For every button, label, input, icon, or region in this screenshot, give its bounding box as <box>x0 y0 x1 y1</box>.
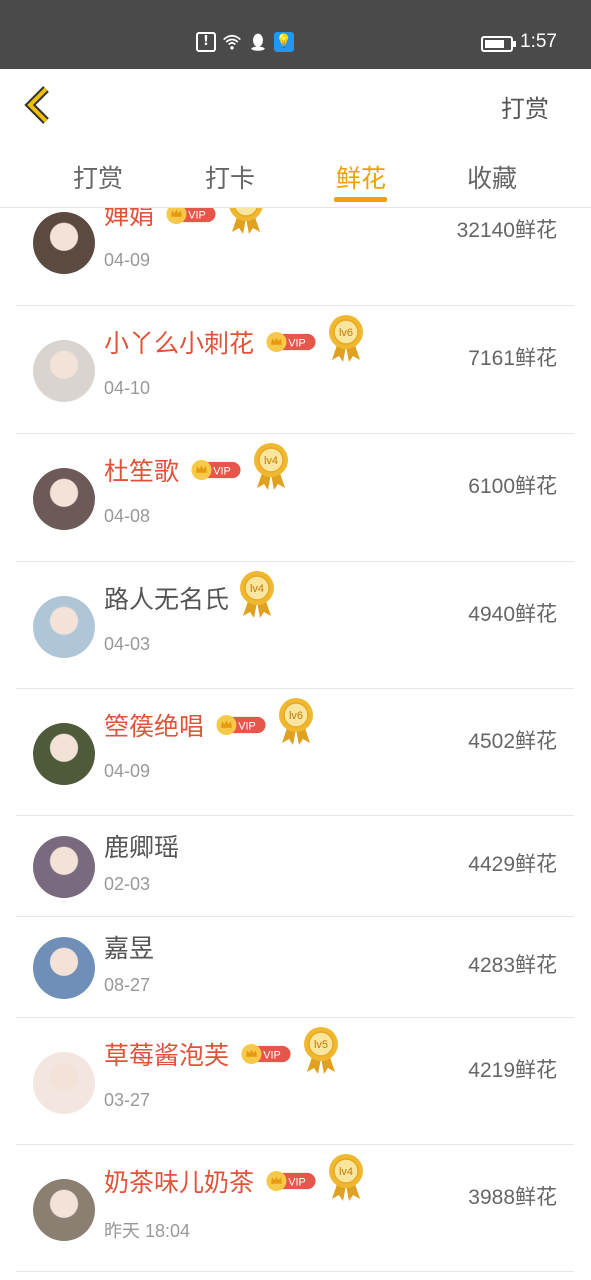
vip-badge: VIP <box>166 208 216 224</box>
list-item[interactable]: 箜篌绝唱 VIP lv6 04-09 4502鲜花 <box>16 689 574 816</box>
level-label: lv4 <box>339 1166 353 1178</box>
flower-amount: 3988鲜花 <box>468 1186 557 1209</box>
user-name[interactable]: 草莓酱泡芙 <box>104 1036 229 1072</box>
level-label: lv5 <box>239 208 253 211</box>
svg-text:VIP: VIP <box>213 466 231 478</box>
flower-amount: 4429鲜花 <box>468 853 557 876</box>
chevron-left-icon[interactable] <box>20 85 56 125</box>
avatar[interactable] <box>33 836 95 898</box>
list-item[interactable]: 草莓酱泡芙 VIP lv5 03-27 4219鲜花 <box>16 1018 574 1145</box>
list-item[interactable]: 鹿卿瑶 02-03 4429鲜花 <box>16 816 574 917</box>
tab-checkin[interactable]: 打卡 <box>170 159 290 195</box>
date-label: 08-27 <box>104 975 151 995</box>
user-name[interactable]: 嘉昱 <box>104 929 154 965</box>
vip-badge: VIP <box>241 1044 291 1064</box>
date-label: 02-03 <box>104 874 151 894</box>
level-medal-icon: lv4 <box>240 571 274 618</box>
list-item[interactable]: 路人无名氏 lv4 04-03 4940鲜花 <box>16 562 574 689</box>
alert-icon: ! <box>196 32 216 52</box>
wifi-icon <box>223 34 241 50</box>
tab-bar: 打赏 打卡 鲜花 收藏 <box>0 141 591 208</box>
level-label: lv6 <box>289 710 303 722</box>
avatar[interactable] <box>33 340 95 402</box>
date-label: 昨天 18:04 <box>104 1221 191 1241</box>
avatar[interactable] <box>33 468 95 530</box>
date-label: 04-09 <box>104 761 151 781</box>
level-medal-icon: lv4 <box>329 1154 363 1201</box>
avatar[interactable] <box>33 1052 95 1114</box>
flower-amount: 4502鲜花 <box>468 730 557 753</box>
list-item[interactable]: 婵娟 VIP lv5 04-09 32140鲜花 <box>16 208 574 306</box>
tab-flowers[interactable]: 鲜花 <box>301 159 421 195</box>
user-name[interactable]: 鹿卿瑶 <box>104 828 179 864</box>
date-label: 04-03 <box>104 634 151 654</box>
status-icons: ! 💡 <box>196 32 294 52</box>
vip-badge: VIP <box>216 715 266 735</box>
avatar[interactable] <box>33 723 95 785</box>
svg-text:VIP: VIP <box>288 1177 306 1189</box>
avatar[interactable] <box>33 212 95 274</box>
level-medal-icon: lv5 <box>229 208 263 234</box>
flower-amount: 6100鲜花 <box>468 475 557 498</box>
tab-favorites[interactable]: 收藏 <box>432 159 552 195</box>
svg-text:VIP: VIP <box>288 338 306 350</box>
flower-amount: 7161鲜花 <box>468 347 557 370</box>
user-name[interactable]: 奶茶味儿奶茶 <box>104 1163 254 1199</box>
user-name[interactable]: 婵娟 <box>104 208 154 232</box>
header: 打赏 <box>0 69 591 141</box>
list-item[interactable]: 嘉昱 08-27 4283鲜花 <box>16 917 574 1018</box>
svg-text:VIP: VIP <box>188 210 206 222</box>
date-label: 03-27 <box>104 1090 151 1110</box>
level-label: lv6 <box>339 327 353 339</box>
level-label: lv5 <box>314 1039 328 1051</box>
status-time: 1:57 <box>520 31 557 52</box>
status-bar: ! 💡 1:57 <box>0 0 591 69</box>
date-label: 04-10 <box>104 378 151 398</box>
vip-badge: VIP <box>266 332 316 352</box>
avatar[interactable] <box>33 937 95 999</box>
user-name[interactable]: 箜篌绝唱 <box>104 707 204 743</box>
qq-icon <box>251 33 265 51</box>
user-name[interactable]: 小丫么小刺花 <box>104 324 254 360</box>
lamp-icon: 💡 <box>274 32 294 52</box>
tab-reward[interactable]: 打赏 <box>38 159 158 195</box>
date-label: 04-08 <box>104 506 151 526</box>
level-medal-icon: lv6 <box>329 315 363 362</box>
list-item[interactable]: 杜笙歌 VIP lv4 04-08 6100鲜花 <box>16 434 574 562</box>
reward-button[interactable]: 打赏 <box>501 89 549 124</box>
tab-active-indicator <box>334 197 387 202</box>
flower-amount: 4283鲜花 <box>468 954 557 977</box>
vip-badge: VIP <box>266 1171 316 1191</box>
date-label: 04-09 <box>104 250 151 270</box>
user-name[interactable]: 杜笙歌 <box>104 452 179 488</box>
svg-text:VIP: VIP <box>263 1050 281 1062</box>
level-medal-icon: lv4 <box>254 443 288 490</box>
svg-text:VIP: VIP <box>238 721 256 733</box>
level-medal-icon: lv6 <box>279 698 313 745</box>
list-item[interactable]: 小丫么小刺花 VIP lv6 04-10 7161鲜花 <box>16 306 574 434</box>
flower-amount: 4219鲜花 <box>468 1059 557 1082</box>
avatar[interactable] <box>33 596 95 658</box>
flower-amount: 4940鲜花 <box>468 603 557 626</box>
vip-badge: VIP <box>191 460 241 480</box>
flower-amount: 32140鲜花 <box>456 219 557 242</box>
level-label: lv4 <box>250 583 264 595</box>
level-label: lv4 <box>264 455 278 467</box>
battery-icon <box>481 36 516 52</box>
user-name[interactable]: 路人无名氏 <box>104 580 229 616</box>
level-medal-icon: lv5 <box>304 1027 338 1074</box>
flower-ranking-list[interactable]: 婵娟 VIP lv5 04-09 32140鲜花小丫么小刺花 VIP lv6 04-10 716… <box>0 208 591 1280</box>
list-item[interactable]: 奶茶味儿奶茶 VIP lv4 昨天 18:04 3988鲜花 <box>16 1145 574 1272</box>
avatar[interactable] <box>33 1179 95 1241</box>
